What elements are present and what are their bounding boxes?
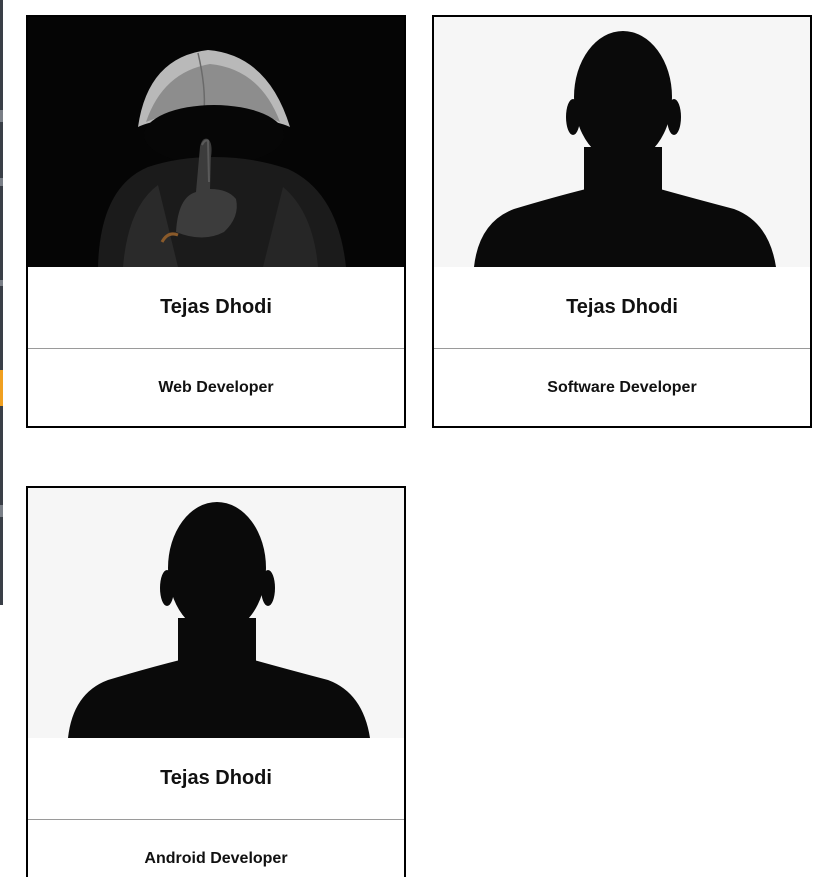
profile-name: Tejas Dhodi bbox=[28, 738, 404, 820]
person-silhouette-photo bbox=[28, 488, 404, 738]
profile-role: Software Developer bbox=[547, 378, 697, 396]
hooded-figure-photo bbox=[28, 17, 404, 267]
profile-card[interactable]: Tejas Dhodi Android Developer bbox=[26, 486, 406, 877]
profile-card[interactable]: Tejas Dhodi Web Developer bbox=[26, 15, 406, 428]
profile-role: Android Developer bbox=[144, 849, 288, 867]
person-silhouette-photo bbox=[434, 17, 810, 267]
profile-name: Tejas Dhodi bbox=[28, 267, 404, 349]
profile-role: Web Developer bbox=[158, 378, 274, 396]
profile-card-grid: Tejas Dhodi Web Developer Tejas Dhodi So… bbox=[0, 0, 840, 877]
profile-card[interactable]: Tejas Dhodi Software Developer bbox=[432, 15, 812, 428]
profile-name: Tejas Dhodi bbox=[434, 267, 810, 349]
left-window-edge bbox=[0, 0, 3, 605]
